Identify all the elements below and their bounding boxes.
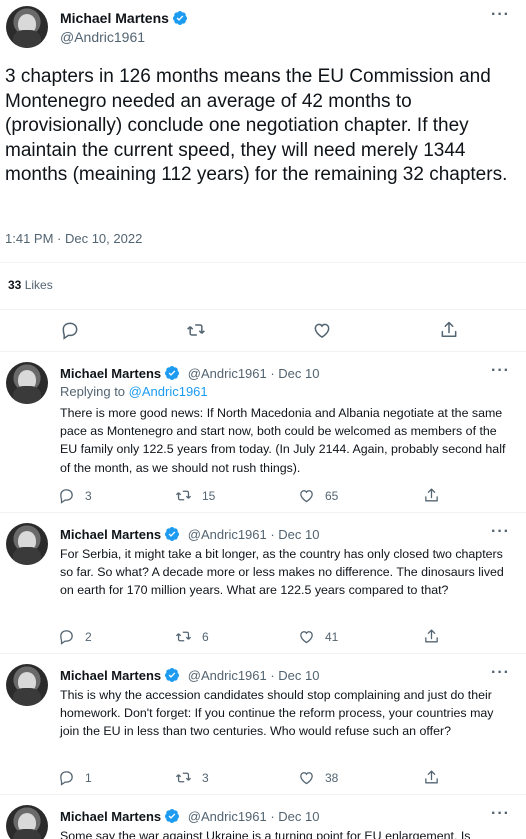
tweet-text: 3 chapters in 126 months means the EU Co…: [5, 66, 508, 185]
author-name[interactable]: Michael Martens: [60, 366, 161, 381]
more-icon[interactable]: ···: [491, 6, 510, 24]
retweet-button[interactable]: 15: [175, 487, 215, 504]
reply-header: Michael Martens @Andric1961 · Dec 10: [60, 365, 320, 381]
likes-count: 33: [8, 278, 22, 292]
verified-badge-icon: [164, 365, 180, 381]
author-name[interactable]: Michael Martens: [60, 527, 161, 542]
retweet-button[interactable]: 6: [175, 628, 209, 645]
more-icon[interactable]: ···: [491, 664, 510, 682]
likes-count-link[interactable]: 33 Likes: [8, 278, 53, 292]
retweet-count: 15: [202, 488, 216, 503]
like-icon[interactable]: [312, 320, 332, 340]
author-name[interactable]: Michael Martens: [60, 809, 161, 824]
verified-badge-icon: [164, 808, 180, 824]
reply-header: Michael Martens @Andric1961 · Dec 10: [60, 808, 320, 824]
like-button[interactable]: 65: [298, 487, 338, 504]
avatar[interactable]: [6, 523, 48, 565]
reply-header: Michael Martens @Andric1961 · Dec 10: [60, 526, 320, 542]
tweet-actions: [0, 318, 526, 346]
like-count: 38: [325, 770, 339, 785]
reply-header: Michael Martens @Andric1961 · Dec 10: [60, 667, 320, 683]
retweet-count: 3: [202, 770, 209, 785]
verified-badge-icon: [164, 526, 180, 542]
share-button[interactable]: [423, 487, 440, 504]
more-icon[interactable]: ···: [491, 362, 510, 380]
like-icon: [298, 487, 315, 504]
reply-text: This is why the accession candidates sho…: [60, 688, 494, 739]
reply-button[interactable]: 2: [58, 628, 92, 645]
like-button[interactable]: 38: [298, 769, 338, 786]
divider: [0, 262, 526, 263]
like-count: 65: [325, 488, 339, 503]
verified-badge-icon: [164, 667, 180, 683]
reply-count: 1: [85, 770, 92, 785]
share-icon[interactable]: [439, 320, 459, 340]
avatar[interactable]: [6, 805, 48, 839]
share-icon: [423, 769, 440, 786]
verified-badge-icon: [172, 10, 188, 26]
avatar[interactable]: [6, 6, 48, 48]
likes-label: Likes: [24, 278, 53, 292]
reply-button[interactable]: 3: [58, 487, 92, 504]
replying-to: Replying to @Andric1961: [60, 384, 208, 399]
reply-icon: [58, 628, 75, 645]
reply-tweet[interactable]: Michael Martens @Andric1961 · Dec 10 ···…: [0, 352, 526, 512]
tweet-timestamp[interactable]: 1:41 PM · Dec 10, 2022: [5, 231, 142, 246]
divider: [0, 309, 526, 310]
reply-meta[interactable]: @Andric1961 · Dec 10: [188, 527, 320, 542]
retweet-count: 6: [202, 629, 209, 644]
reply-text: There is more good news: If North Macedo…: [60, 406, 506, 475]
reply-icon: [58, 487, 75, 504]
like-count: 41: [325, 629, 339, 644]
replying-prefix: Replying to: [60, 384, 126, 399]
retweet-button[interactable]: 3: [175, 769, 209, 786]
like-icon: [298, 769, 315, 786]
retweet-icon[interactable]: [186, 320, 206, 340]
reply-tweet[interactable]: Michael Martens @Andric1961 · Dec 10 ···…: [0, 513, 526, 653]
reply-tweet[interactable]: Michael Martens @Andric1961 · Dec 10 ···…: [0, 654, 526, 794]
share-button[interactable]: [423, 769, 440, 786]
author-name[interactable]: Michael Martens: [60, 10, 188, 26]
more-icon[interactable]: ···: [491, 805, 510, 823]
reply-count: 3: [85, 488, 92, 503]
author-name-text[interactable]: Michael Martens: [60, 10, 169, 26]
like-icon: [298, 628, 315, 645]
reply-meta[interactable]: @Andric1961 · Dec 10: [188, 809, 320, 824]
reply-icon: [58, 769, 75, 786]
avatar[interactable]: [6, 362, 48, 404]
reply-icon[interactable]: [60, 320, 80, 340]
reply-meta[interactable]: @Andric1961 · Dec 10: [188, 366, 320, 381]
share-icon: [423, 487, 440, 504]
retweet-icon: [175, 628, 192, 645]
retweet-icon: [175, 769, 192, 786]
reply-meta[interactable]: @Andric1961 · Dec 10: [188, 668, 320, 683]
reply-tweet[interactable]: Michael Martens @Andric1961 · Dec 10 ···…: [0, 795, 526, 839]
author-name[interactable]: Michael Martens: [60, 668, 161, 683]
share-icon: [423, 628, 440, 645]
reply-text: For Serbia, it might take a bit longer, …: [60, 547, 504, 598]
main-tweet: Michael Martens @Andric1961 ··· 3 chapte…: [0, 0, 526, 352]
replying-handle-link[interactable]: @Andric1961: [129, 384, 208, 399]
author-handle[interactable]: @Andric1961: [60, 29, 145, 45]
reply-actions: 2 6 41: [55, 628, 455, 650]
reply-actions: 3 15 65: [55, 487, 455, 509]
like-button[interactable]: 41: [298, 628, 338, 645]
share-button[interactable]: [423, 628, 440, 645]
avatar[interactable]: [6, 664, 48, 706]
reply-actions: 1 3 38: [55, 769, 455, 791]
reply-count: 2: [85, 629, 92, 644]
retweet-icon: [175, 487, 192, 504]
reply-text: Some say the war against Ukraine is a tu…: [60, 829, 471, 839]
reply-button[interactable]: 1: [58, 769, 92, 786]
more-icon[interactable]: ···: [491, 523, 510, 541]
